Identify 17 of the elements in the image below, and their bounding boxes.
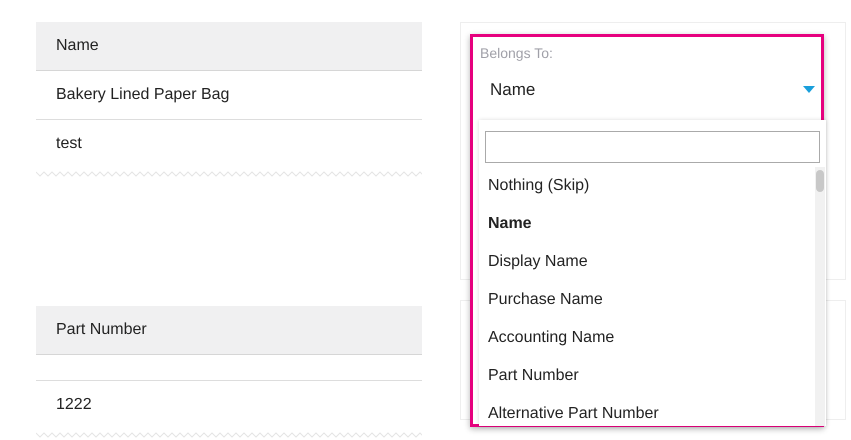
- column-header: Name: [56, 37, 99, 55]
- caret-icon: [803, 86, 815, 94]
- dropdown-option[interactable]: Alternative Part Number: [479, 395, 815, 426]
- table-cell: Bakery Lined Paper Bag: [56, 86, 230, 104]
- column-header: Part Number: [56, 321, 147, 339]
- table-cell: test: [56, 135, 82, 153]
- dropdown-option[interactable]: Purchase Name: [479, 281, 815, 319]
- dropdown-option[interactable]: Accounting Name: [479, 319, 815, 357]
- dropdown-option[interactable]: Display Name: [479, 243, 815, 281]
- dropdown-option[interactable]: Part Number: [479, 357, 815, 395]
- table-cell: 1222: [56, 396, 92, 414]
- field-label: Belongs To:: [479, 44, 554, 61]
- dropdown-option[interactable]: Name: [479, 205, 815, 243]
- scrollbar[interactable]: [815, 167, 825, 426]
- dropdown-option[interactable]: Nothing (Skip): [479, 167, 815, 205]
- search-field[interactable]: [485, 131, 820, 163]
- belongs-to-select[interactable]: Name: [490, 77, 815, 103]
